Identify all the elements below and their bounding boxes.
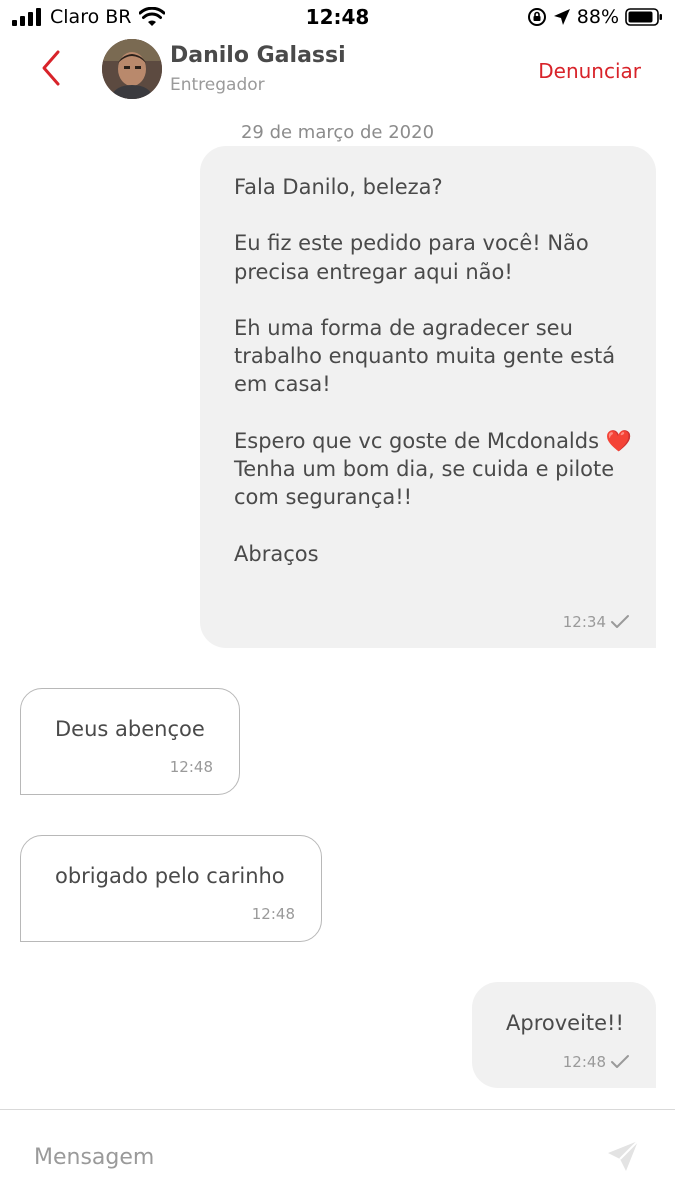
- message-time: 12:48: [169, 757, 213, 776]
- contact-role: Entregador: [170, 75, 265, 95]
- date-separator: 29 de março de 2020: [0, 122, 675, 143]
- message-text: Deus abençoe: [55, 717, 205, 741]
- contact-name: Danilo Galassi: [170, 43, 346, 68]
- message-meta: 12:48: [252, 900, 295, 928]
- message-text: Aproveite!!: [506, 1011, 624, 1035]
- checkmark-icon: [611, 614, 629, 628]
- location-arrow-icon: [553, 9, 570, 25]
- message-time: 12:34: [562, 612, 606, 631]
- message-bubble-outgoing[interactable]: Aproveite!! 12:48: [472, 982, 656, 1088]
- date-text: 29 de março de 2020: [240, 122, 435, 143]
- message-text: obrigado pelo carinho: [55, 864, 285, 888]
- checkmark-icon: [611, 1054, 629, 1068]
- message-meta: 12:34: [563, 608, 630, 636]
- rotation-lock-icon: [527, 8, 546, 26]
- message-bubble-incoming[interactable]: Deus abençoe 12:48: [20, 688, 240, 795]
- message-bubble-outgoing[interactable]: Fala Danilo, beleza? Eu fiz este pedido …: [200, 146, 656, 648]
- paper-plane-icon: [608, 1140, 639, 1171]
- chevron-left-icon: [42, 50, 60, 86]
- chat-header: Danilo Galassi Entregador Denunciar: [0, 34, 675, 110]
- message-time: 12:48: [562, 1052, 606, 1071]
- message-bubble-incoming[interactable]: obrigado pelo carinho 12:48: [20, 835, 322, 942]
- message-meta: 12:48: [170, 753, 213, 781]
- message-time: 12:48: [251, 904, 295, 923]
- avatar: [102, 39, 162, 99]
- battery-percent: 88%: [576, 6, 619, 28]
- status-bar: Claro BR 12:48 88%: [0, 0, 675, 34]
- send-button[interactable]: [605, 1138, 641, 1174]
- message-meta: 12:48: [563, 1048, 630, 1076]
- contact-photo: [102, 39, 162, 99]
- battery-icon: [625, 8, 662, 26]
- back-button[interactable]: [34, 48, 70, 88]
- status-bar-right: 88%: [527, 6, 663, 28]
- report-button[interactable]: Denunciar: [538, 59, 641, 83]
- message-composer: [0, 1109, 675, 1200]
- message-input[interactable]: [34, 1140, 594, 1174]
- message-text: Fala Danilo, beleza? Eu fiz este pedido …: [234, 175, 632, 566]
